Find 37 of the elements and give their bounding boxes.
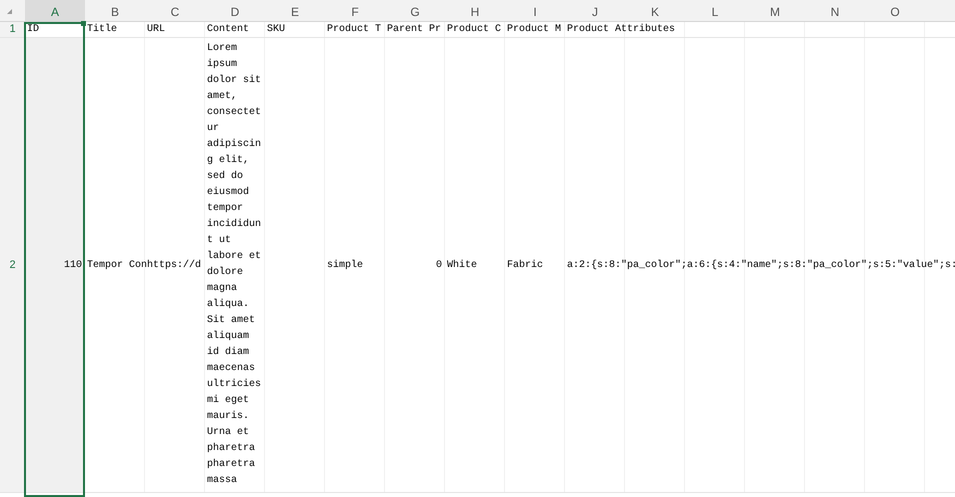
table-cell-text: ID	[27, 23, 40, 37]
column-header[interactable]: B	[85, 0, 145, 21]
column-header[interactable]: G	[385, 0, 445, 21]
select-all-icon[interactable]	[7, 9, 12, 14]
column-header[interactable]: N	[805, 0, 865, 21]
table-cell-text: a:2:{s:8:"pa_color";a:6:{s:4:"name";s:8:"pa_color";s:5:"value";s:	[567, 258, 955, 272]
table-cell-text: 0	[436, 258, 442, 272]
column-header[interactable]: A	[25, 0, 85, 21]
column-header[interactable]: K	[625, 0, 685, 21]
row-header[interactable]: 2	[0, 38, 25, 492]
table-cell-text: White	[447, 258, 478, 272]
table-cell-text: Parent Pr	[387, 23, 442, 37]
table-cell-text: SKU	[267, 23, 286, 37]
table-cell-text: Content	[207, 23, 250, 37]
table-cell-text: Tempor Con	[87, 258, 148, 272]
column-header[interactable]: E	[265, 0, 325, 21]
table-cell-text: URL	[147, 23, 166, 37]
table-cell-text: Product C	[447, 22, 502, 37]
column-header[interactable]: F	[325, 0, 385, 21]
table-cell-text: Product Attributes	[567, 22, 676, 37]
column-header[interactable]: L	[685, 0, 745, 21]
table-cell-text: Product M	[507, 22, 562, 37]
table-cell-text: simple	[327, 258, 364, 272]
table-cell-text: 110	[64, 258, 82, 272]
table-cell-text: Product T	[327, 22, 382, 37]
table-cell-text: Title	[87, 22, 118, 37]
column-header[interactable]: J	[565, 0, 625, 21]
column-header[interactable]: O	[865, 0, 925, 21]
column-header[interactable]: I	[505, 0, 565, 21]
column-header[interactable]: H	[445, 0, 505, 21]
table-cell-text: Lorem ipsum dolor sit amet, consectetur adipiscing elit, sed do eiusmod tempor incididunt ut labore et dolore magna aliqua. Sit amet aliquam id diam maecenas ultricies mi eget mauris. Urna et pharetra pharetra massa	[207, 42, 262, 488]
column-header[interactable]: M	[745, 0, 805, 21]
table-cell-text: https://d	[147, 258, 202, 272]
table-cell-text: Fabric	[507, 258, 544, 272]
column-header[interactable]: C	[145, 0, 205, 21]
column-header[interactable]: D	[205, 0, 265, 21]
row-header[interactable]: 1	[0, 22, 25, 37]
